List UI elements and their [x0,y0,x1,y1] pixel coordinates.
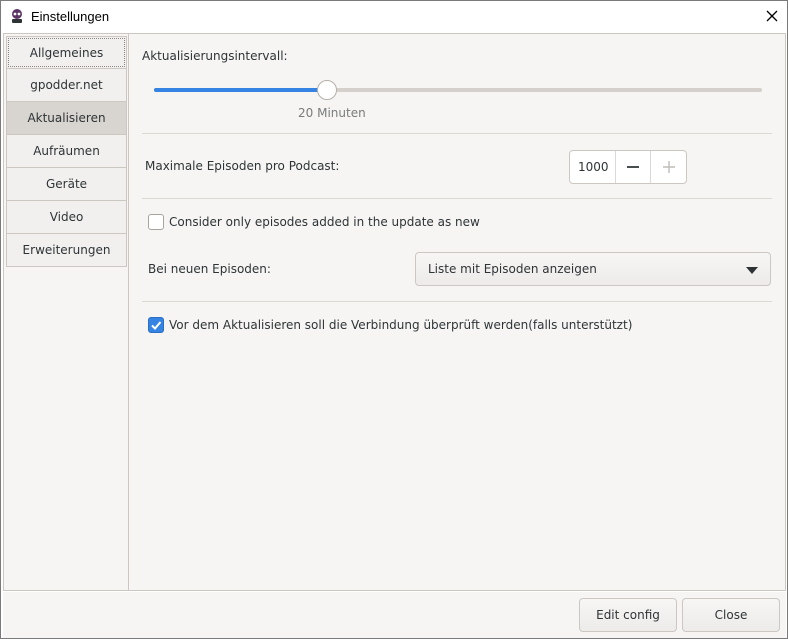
increment-button[interactable] [651,151,686,183]
window-title: Einstellungen [31,9,110,24]
preferences-content: Allgemeines gpodder.net Aktualisieren Au… [3,33,786,591]
title-bar: Einstellungen [1,1,787,32]
sidebar-item-aktualisieren[interactable]: Aktualisieren [6,102,127,135]
separator [142,301,772,302]
max-episodes-spinbutton: 1000 [569,150,687,184]
sidebar-item-erweiterungen[interactable]: Erweiterungen [6,234,127,267]
interval-value-text: 20 Minuten [298,106,366,120]
decrement-button[interactable] [616,151,651,183]
interval-slider-handle[interactable] [317,80,338,100]
minus-icon [627,166,639,168]
consider-only-label: Consider only episodes added in the upda… [169,215,480,229]
sidebar-item-video[interactable]: Video [6,201,127,234]
check-connection-checkbox[interactable] [148,317,164,333]
gpodder-app-icon [12,9,22,23]
preferences-window: Einstellungen Allgemeines gpodder.net Ak… [0,0,788,639]
interval-slider-fill [154,88,328,92]
new-episodes-label: Bei neuen Episoden: [148,262,271,276]
window-close-button[interactable] [759,4,785,28]
sidebar-item-gpodder-net[interactable]: gpodder.net [6,69,127,102]
sidebar-item-allgemeines[interactable]: Allgemeines [6,36,127,69]
interval-label: Aktualisierungsintervall: [142,49,288,63]
check-connection-label: Vor dem Aktualisieren soll die Verbindun… [169,318,633,332]
edit-config-button[interactable]: Edit config [579,598,677,632]
new-episodes-dropdown[interactable]: Liste mit Episoden anzeigen [415,252,771,286]
sidebar-item-aufraeumen[interactable]: Aufräumen [6,135,127,168]
sidebar-item-geraete[interactable]: Geräte [6,168,127,201]
sidebar: Allgemeines gpodder.net Aktualisieren Au… [4,34,129,590]
dialog-footer: Edit config Close [3,592,786,638]
consider-only-checkbox[interactable] [148,214,164,230]
close-icon [766,10,778,22]
close-button[interactable]: Close [682,598,780,632]
checkmark-icon [151,321,162,330]
update-settings-panel: Aktualisierungsintervall: 20 Minuten Max… [130,34,785,590]
chevron-down-icon [746,267,758,274]
plus-icon [662,161,675,173]
separator [142,198,772,199]
max-episodes-label: Maximale Episoden pro Podcast: [145,159,340,173]
new-episodes-selected: Liste mit Episoden anzeigen [428,262,597,276]
max-episodes-input[interactable]: 1000 [570,151,616,183]
separator [142,133,772,134]
